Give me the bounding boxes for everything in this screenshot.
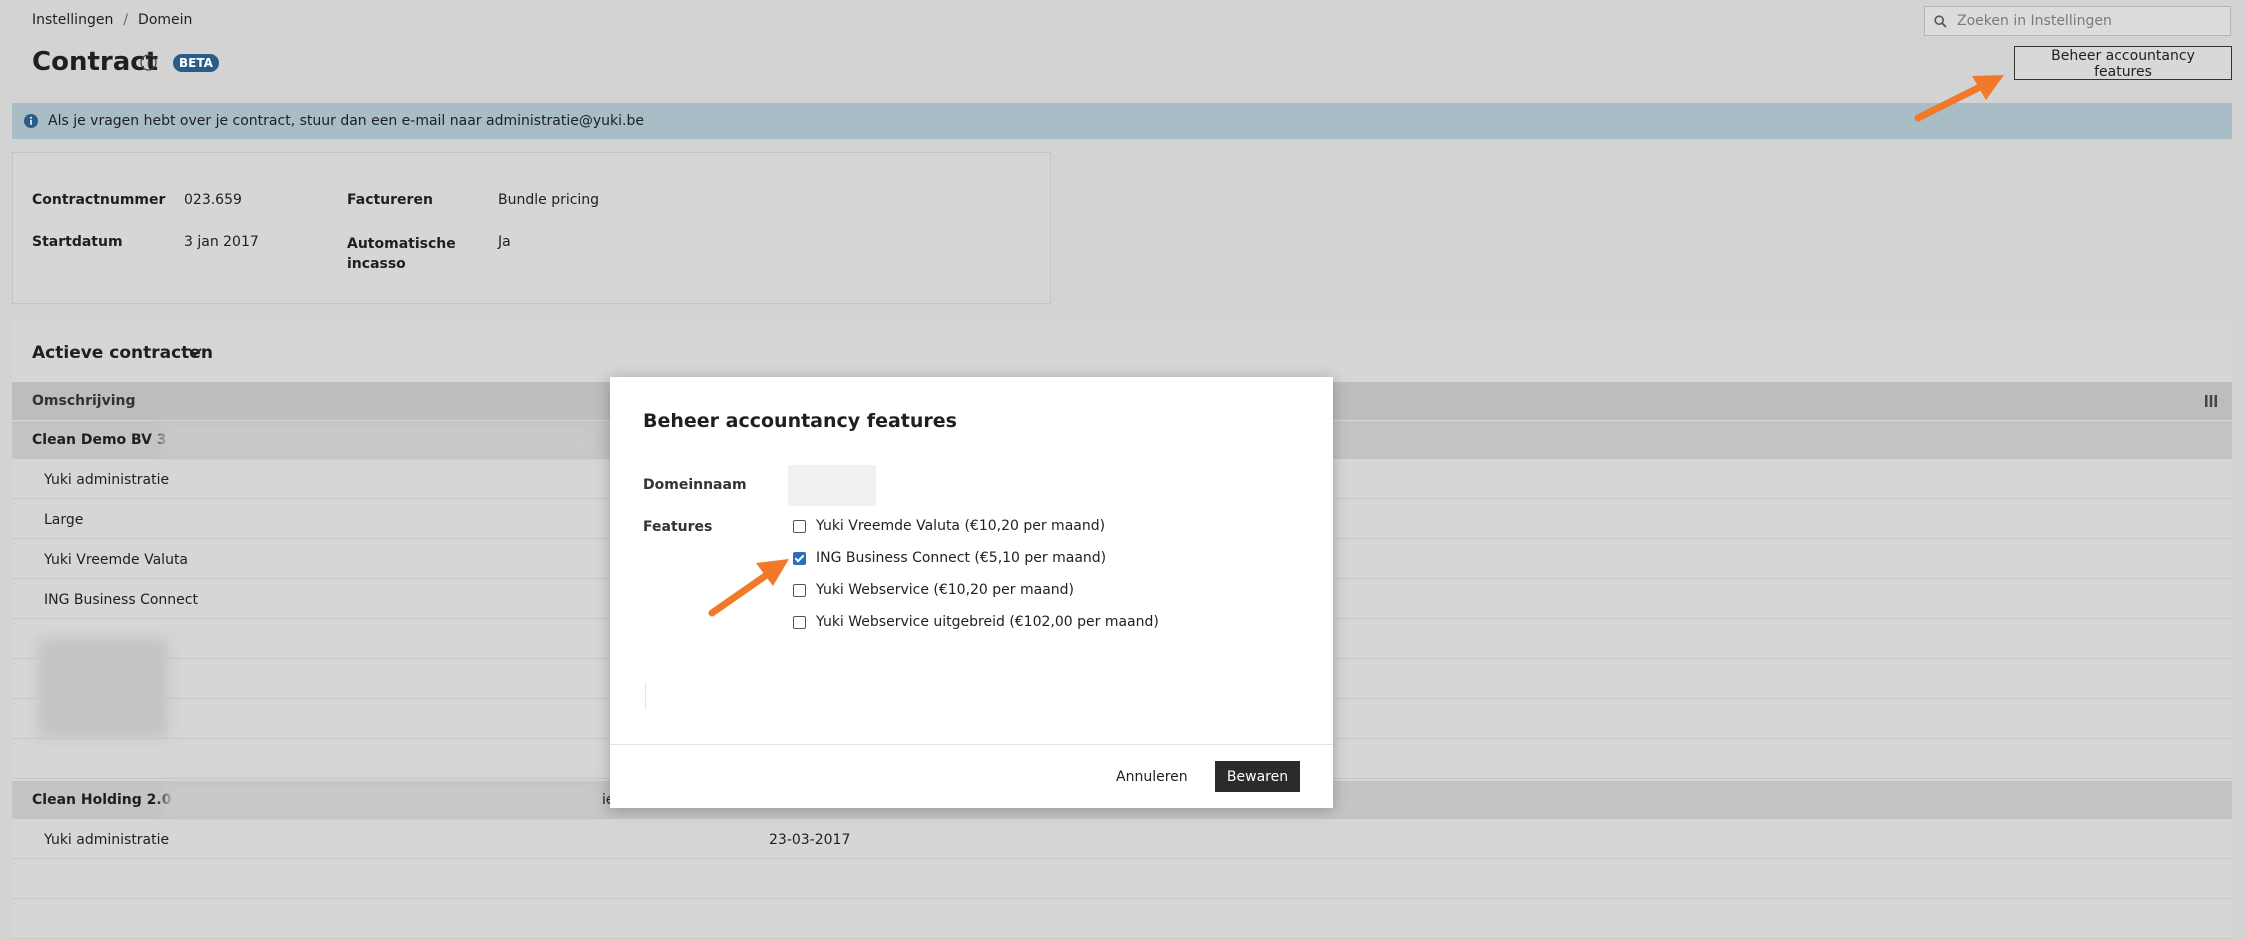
redacted-area: [160, 425, 597, 457]
auto-collection-value: Ja: [498, 234, 511, 250]
columns-icon[interactable]: [2205, 395, 2217, 407]
info-circle-icon[interactable]: [140, 54, 157, 71]
list-item: Large: [44, 512, 84, 528]
auto-collection-label: Automatische incasso: [347, 234, 456, 274]
arrow-annotation-icon: [1914, 75, 2004, 122]
checkbox-webservice[interactable]: [793, 583, 806, 597]
redacted-area: [165, 785, 600, 817]
dialog-footer-divider: [610, 744, 1333, 745]
breadcrumb: Instellingen / Domein: [32, 12, 192, 28]
breadcrumb-instellingen[interactable]: Instellingen: [32, 12, 113, 28]
checkbox-webservice-uitgebreid[interactable]: [793, 615, 806, 629]
feature-label: Yuki Vreemde Valuta (€10,20 per maand): [816, 518, 1106, 534]
banner-text: Als je vragen hebt over je contract, stu…: [48, 113, 644, 129]
checkbox-vreemde-valuta[interactable]: [793, 519, 806, 533]
start-date-label: Startdatum: [32, 234, 123, 250]
dialog-title: Beheer accountancy features: [643, 410, 957, 432]
arrow-annotation-icon: [708, 559, 789, 617]
feature-option-vreemde-valuta[interactable]: Yuki Vreemde Valuta (€10,20 per maand): [793, 518, 1105, 534]
checkbox-ing-business-connect[interactable]: [793, 551, 806, 565]
cancel-button[interactable]: Annuleren: [1110, 768, 1194, 786]
list-item: Yuki Vreemde Valuta: [44, 552, 189, 568]
settings-search[interactable]: [1924, 6, 2231, 36]
beta-badge: BETA: [173, 54, 219, 72]
info-banner: Als je vragen hebt over je contract, stu…: [12, 103, 2232, 139]
feature-option-webservice[interactable]: Yuki Webservice (€10,20 per maand): [793, 582, 1074, 598]
search-icon: [1934, 14, 1947, 28]
feature-option-ing-business-connect[interactable]: ING Business Connect (€5,10 per maand): [793, 550, 1106, 566]
domain-name-label: Domeinnaam: [643, 477, 747, 493]
list-item: ING Business Connect: [44, 592, 198, 608]
breadcrumb-separator: /: [123, 12, 129, 28]
list-item-date: 23-03-2017: [769, 832, 851, 848]
group-name: Clean Holding 2.0 -: [32, 792, 183, 808]
features-label: Features: [643, 519, 713, 535]
auto-collection-label-line2: incasso: [347, 256, 406, 272]
column-omschrijving[interactable]: Omschrijving: [32, 393, 136, 409]
auto-collection-label-line1: Automatische: [347, 236, 456, 252]
table-row: [12, 821, 2232, 859]
save-button[interactable]: Bewaren: [1215, 761, 1300, 792]
billing-value: Bundle pricing: [498, 192, 600, 208]
contract-number-label: Contractnummer: [32, 192, 166, 208]
table-row: [12, 861, 2232, 899]
group-name: Clean Demo BV 3 -: [32, 432, 178, 448]
domain-name-value: [788, 465, 876, 506]
chevron-down-icon[interactable]: [187, 346, 203, 358]
search-input[interactable]: [1955, 12, 2219, 30]
list-item: Yuki administratie: [44, 472, 170, 488]
feature-label: Yuki Webservice uitgebreid (€102,00 per …: [816, 614, 1159, 630]
billing-label: Factureren: [347, 192, 433, 208]
breadcrumb-domein[interactable]: Domein: [138, 12, 192, 28]
info-filled-icon: [24, 114, 38, 128]
contract-card: [12, 152, 1051, 304]
empty-field-edge: [645, 682, 646, 710]
list-item: Yuki administratie: [44, 832, 170, 848]
manage-features-button[interactable]: Beheer accountancy features: [2014, 46, 2232, 80]
active-contracts-title[interactable]: Actieve contracten: [32, 343, 213, 363]
feature-label: ING Business Connect (€5,10 per maand): [816, 550, 1107, 566]
feature-option-webservice-uitgebreid[interactable]: Yuki Webservice uitgebreid (€102,00 per …: [793, 614, 1159, 630]
contract-number-value: 023.659: [184, 192, 242, 208]
redacted-area: [38, 638, 168, 738]
table-row: [12, 901, 2232, 939]
feature-label: Yuki Webservice (€10,20 per maand): [816, 582, 1075, 598]
start-date-value: 3 jan 2017: [184, 234, 259, 250]
